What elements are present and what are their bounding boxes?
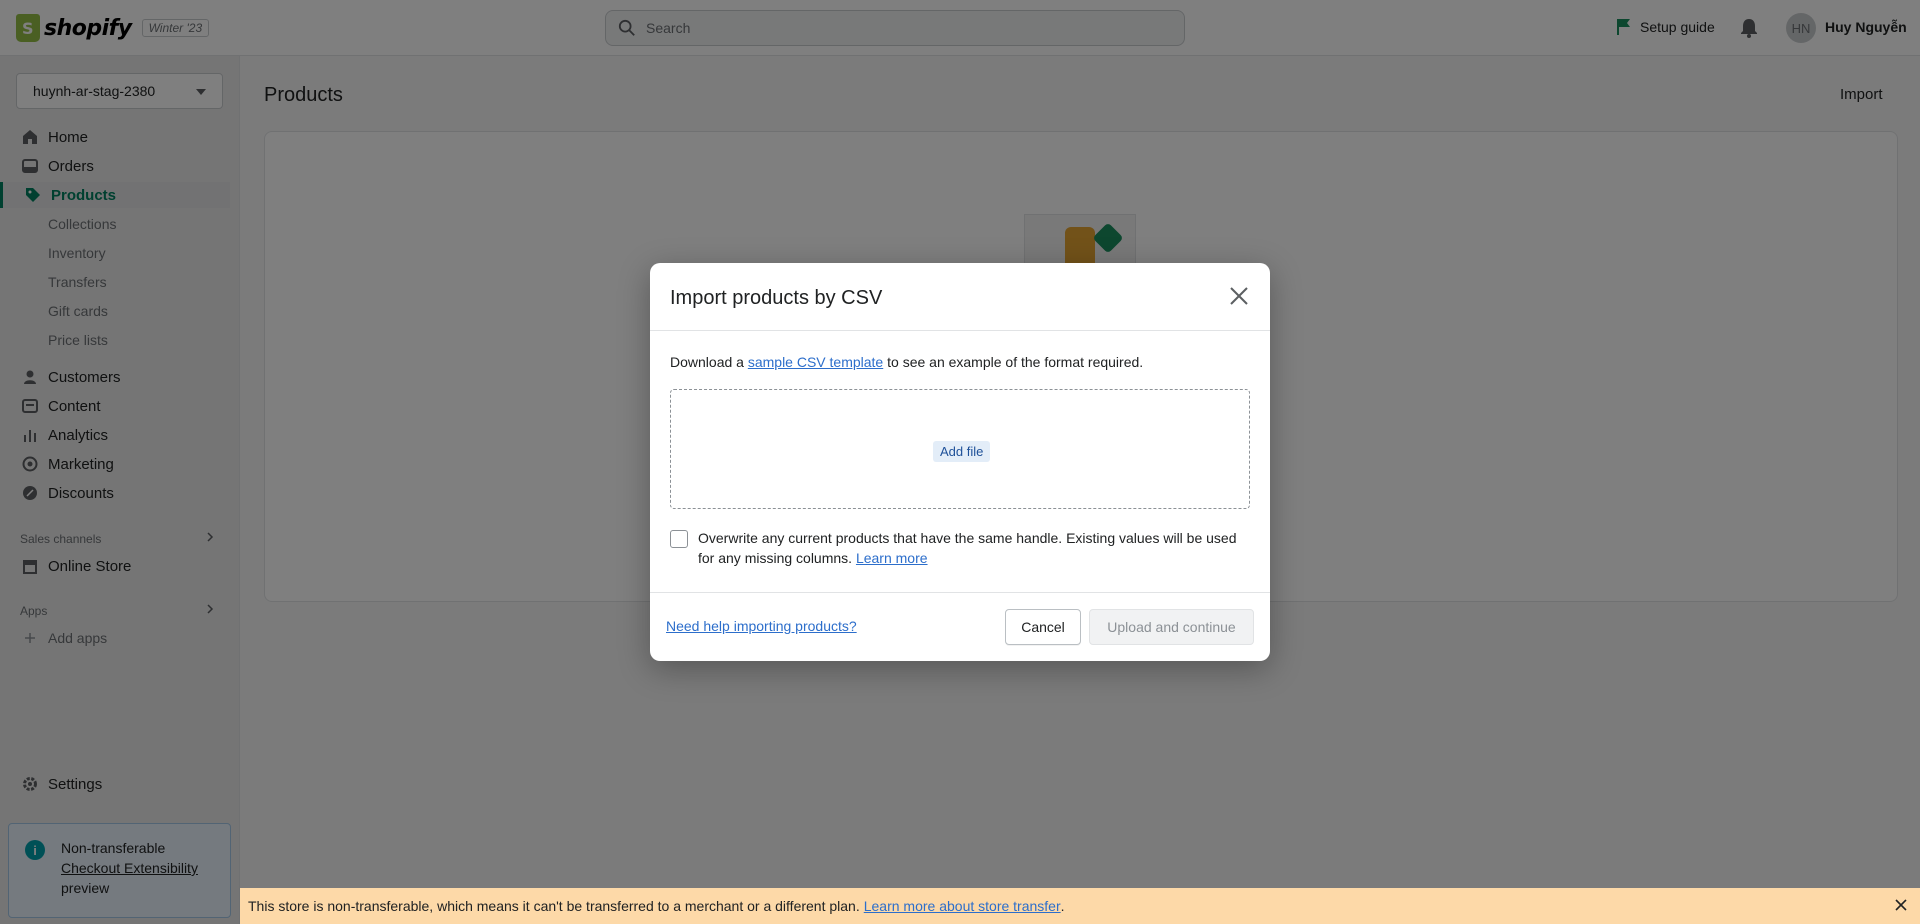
sample-csv-link[interactable]: sample CSV template [748, 354, 883, 370]
file-dropzone[interactable]: Add file [670, 389, 1250, 509]
upload-continue-button[interactable]: Upload and continue [1089, 609, 1254, 645]
help-importing-link[interactable]: Need help importing products? [666, 618, 857, 634]
import-csv-modal: Import products by CSV Download a sample… [650, 263, 1270, 661]
store-transfer-link[interactable]: Learn more about store transfer [864, 898, 1061, 914]
banner-text: This store is non-transferable, which me… [248, 898, 860, 914]
store-transfer-banner: This store is non-transferable, which me… [240, 888, 1920, 924]
close-icon[interactable] [1894, 898, 1908, 912]
banner-period: . [1060, 898, 1065, 914]
modal-header: Import products by CSV [650, 263, 1270, 331]
close-icon[interactable] [1228, 285, 1250, 307]
overwrite-label: Overwrite any current products that have… [698, 528, 1238, 568]
modal-description: Download a sample CSV template to see an… [670, 354, 1143, 370]
overwrite-text: Overwrite any current products that have… [698, 530, 1237, 566]
cancel-button[interactable]: Cancel [1005, 609, 1081, 645]
modal-footer-divider [650, 592, 1270, 593]
modal-title: Import products by CSV [670, 287, 883, 309]
add-file-button[interactable]: Add file [933, 441, 991, 462]
desc-prefix: Download a [670, 354, 744, 370]
learn-more-link[interactable]: Learn more [856, 550, 928, 566]
overwrite-checkbox[interactable] [670, 530, 688, 548]
desc-suffix: to see an example of the format required… [887, 354, 1144, 370]
